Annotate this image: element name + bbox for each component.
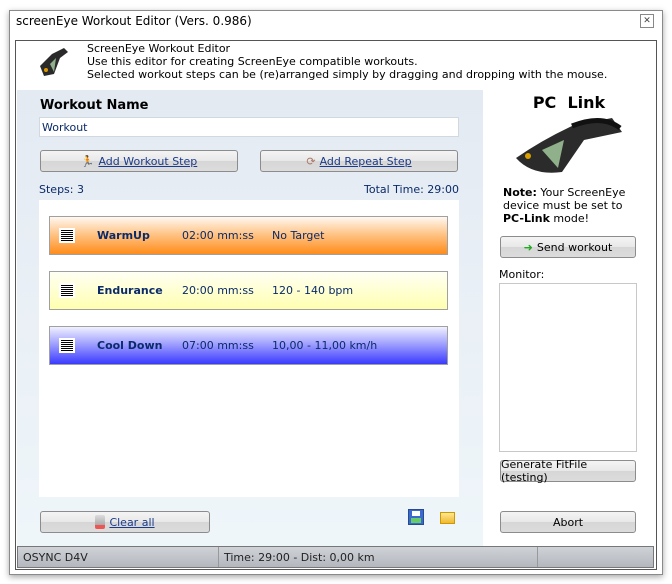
monitor-label: Monitor:	[499, 268, 545, 281]
header-title: ScreenEye Workout Editor	[87, 42, 231, 55]
repeat-icon: ⟳	[306, 154, 316, 168]
send-icon: ➜	[523, 240, 533, 254]
step-name: WarmUp	[97, 229, 150, 242]
drag-handle-icon[interactable]	[59, 228, 75, 243]
generate-fitfile-button[interactable]: Generate FitFile (testing)	[500, 458, 636, 484]
status-device: OSYNC D4V	[18, 547, 219, 567]
pc-link-note: Note: Your ScreenEye device must be set …	[503, 186, 633, 225]
workout-step-row[interactable]: Cool Down 07:00 mm:ss 10,00 - 11,00 km/h	[49, 326, 448, 365]
add-repeat-step-label: Add Repeat Step	[319, 154, 412, 168]
step-name: Cool Down	[97, 339, 163, 352]
note-label: Note:	[503, 186, 537, 199]
drag-handle-icon[interactable]	[59, 283, 75, 298]
clear-all-label: Clear all	[109, 515, 155, 529]
status-extra	[538, 547, 653, 567]
close-button[interactable]: ✕	[640, 14, 654, 28]
workout-step-row[interactable]: Endurance 20:00 mm:ss 120 - 140 bpm	[49, 271, 448, 310]
drag-handle-icon[interactable]	[59, 338, 75, 353]
add-workout-step-label: Add Workout Step	[98, 154, 198, 168]
step-duration: 07:00 mm:ss	[182, 339, 254, 352]
workout-name-input[interactable]	[39, 117, 459, 137]
save-icon[interactable]	[408, 509, 424, 525]
runner-icon: 🏃	[80, 154, 95, 168]
workout-name-label: Workout Name	[40, 98, 149, 113]
step-duration: 02:00 mm:ss	[182, 229, 254, 242]
clear-all-button[interactable]: Clear all	[40, 511, 210, 533]
workout-step-row[interactable]: WarmUp 02:00 mm:ss No Target	[49, 216, 448, 255]
monitor-textbox[interactable]	[499, 283, 637, 452]
header-description: Use this editor for creating ScreenEye c…	[87, 55, 418, 68]
total-time: Total Time: 29:00	[363, 183, 459, 196]
visor-logo-icon	[40, 48, 68, 76]
abort-button[interactable]: Abort	[500, 511, 636, 533]
send-workout-button[interactable]: ➜ Send workout	[500, 236, 636, 258]
step-target: No Target	[272, 229, 325, 242]
window-title: screenEye Workout Editor (Vers. 0.986)	[16, 14, 252, 28]
step-duration: 20:00 mm:ss	[182, 284, 254, 297]
note-mode: PC-Link	[503, 212, 550, 225]
steps-count: Steps: 3	[39, 183, 84, 196]
add-repeat-step-button[interactable]: ⟳ Add Repeat Step	[260, 150, 458, 172]
open-folder-icon[interactable]	[440, 512, 455, 524]
visor-image-icon	[516, 118, 622, 173]
send-workout-label: Send workout	[536, 240, 613, 254]
step-name: Endurance	[97, 284, 163, 297]
note-end: mode!	[549, 212, 589, 225]
step-target: 120 - 140 bpm	[272, 284, 354, 297]
add-workout-step-button[interactable]: 🏃 Add Workout Step	[40, 150, 238, 172]
header-hint: Selected workout steps can be (re)arrang…	[87, 68, 608, 81]
status-summary: Time: 29:00 - Dist: 0,00 km	[219, 547, 538, 567]
trash-icon	[95, 515, 106, 529]
step-target: 10,00 - 11,00 km/h	[272, 339, 378, 352]
status-bar: OSYNC D4V Time: 29:00 - Dist: 0,00 km	[17, 546, 654, 568]
